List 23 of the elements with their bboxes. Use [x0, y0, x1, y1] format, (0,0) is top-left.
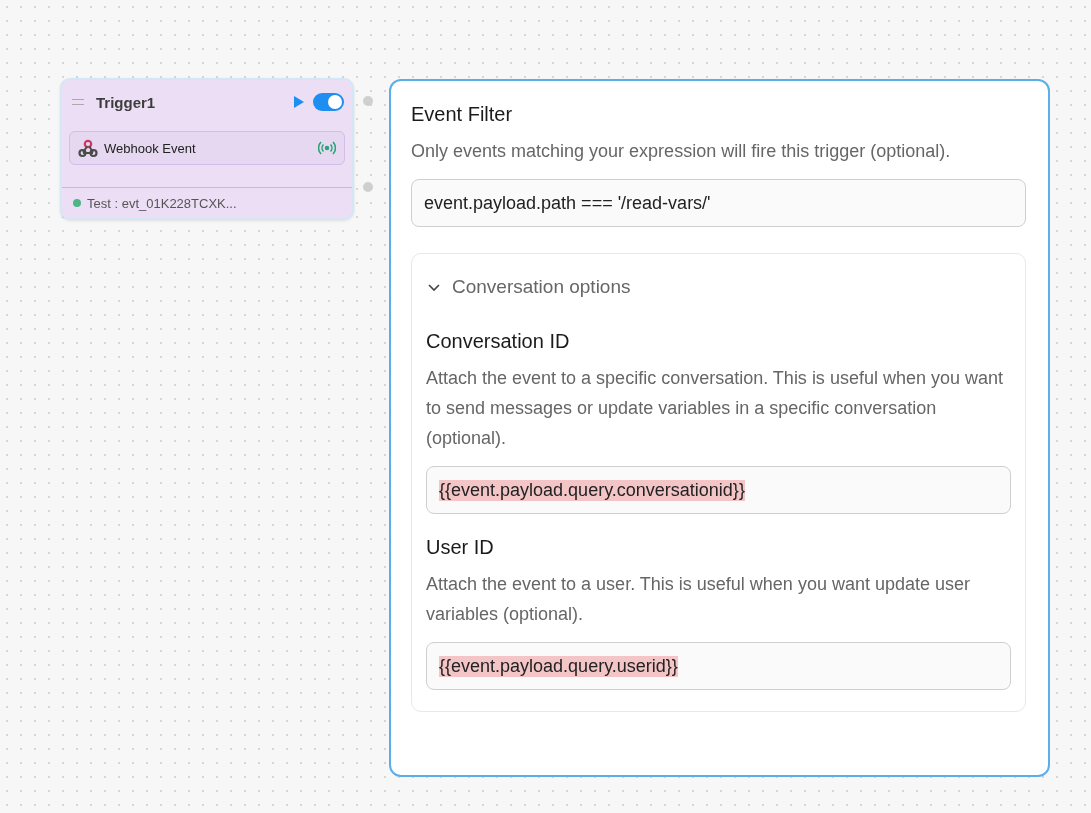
template-field[interactable]: {{event.payload.query.conversationid}}: [426, 466, 1011, 514]
options-toggle[interactable]: Conversation options: [426, 254, 631, 320]
webhook-icon: [78, 138, 98, 158]
drag-handle-icon[interactable]: [72, 99, 84, 105]
status-dot: [73, 199, 81, 207]
output-port[interactable]: [363, 182, 373, 192]
section-title: Event Filter: [411, 103, 514, 126]
field-description: Attach the event to a specific conversation. This is useful when you want to send messages or update variables in a specific conversation (optional).: [426, 367, 1004, 450]
test-event-label: Test : evt_01K228TCXK...: [87, 195, 237, 211]
field-description: Attach the event to a user. This is useful when you want update user variables (optional).: [426, 573, 971, 626]
play-icon[interactable]: [293, 96, 305, 108]
section-description: Only events matching your expression will fire this trigger (optional).: [411, 140, 952, 163]
template-field[interactable]: {{event.payload.query.userid}}: [426, 642, 1011, 690]
field-label: User ID: [426, 536, 495, 559]
event-source-label: Webhook Event: [104, 140, 197, 156]
node-title: Trigger1: [96, 93, 157, 111]
expression-field[interactable]: event.payload.path === '/read-vars/': [411, 179, 1026, 227]
field-label: Conversation ID: [426, 330, 571, 353]
output-port[interactable]: [363, 96, 373, 106]
enable-toggle[interactable]: [313, 93, 344, 111]
event-source-item[interactable]: Webhook Event: [69, 131, 345, 165]
trigger-node[interactable]: Trigger1 Webhook Event Test : evt_01K228TCXK...: [60, 78, 354, 220]
broadcast-icon: [318, 141, 336, 155]
